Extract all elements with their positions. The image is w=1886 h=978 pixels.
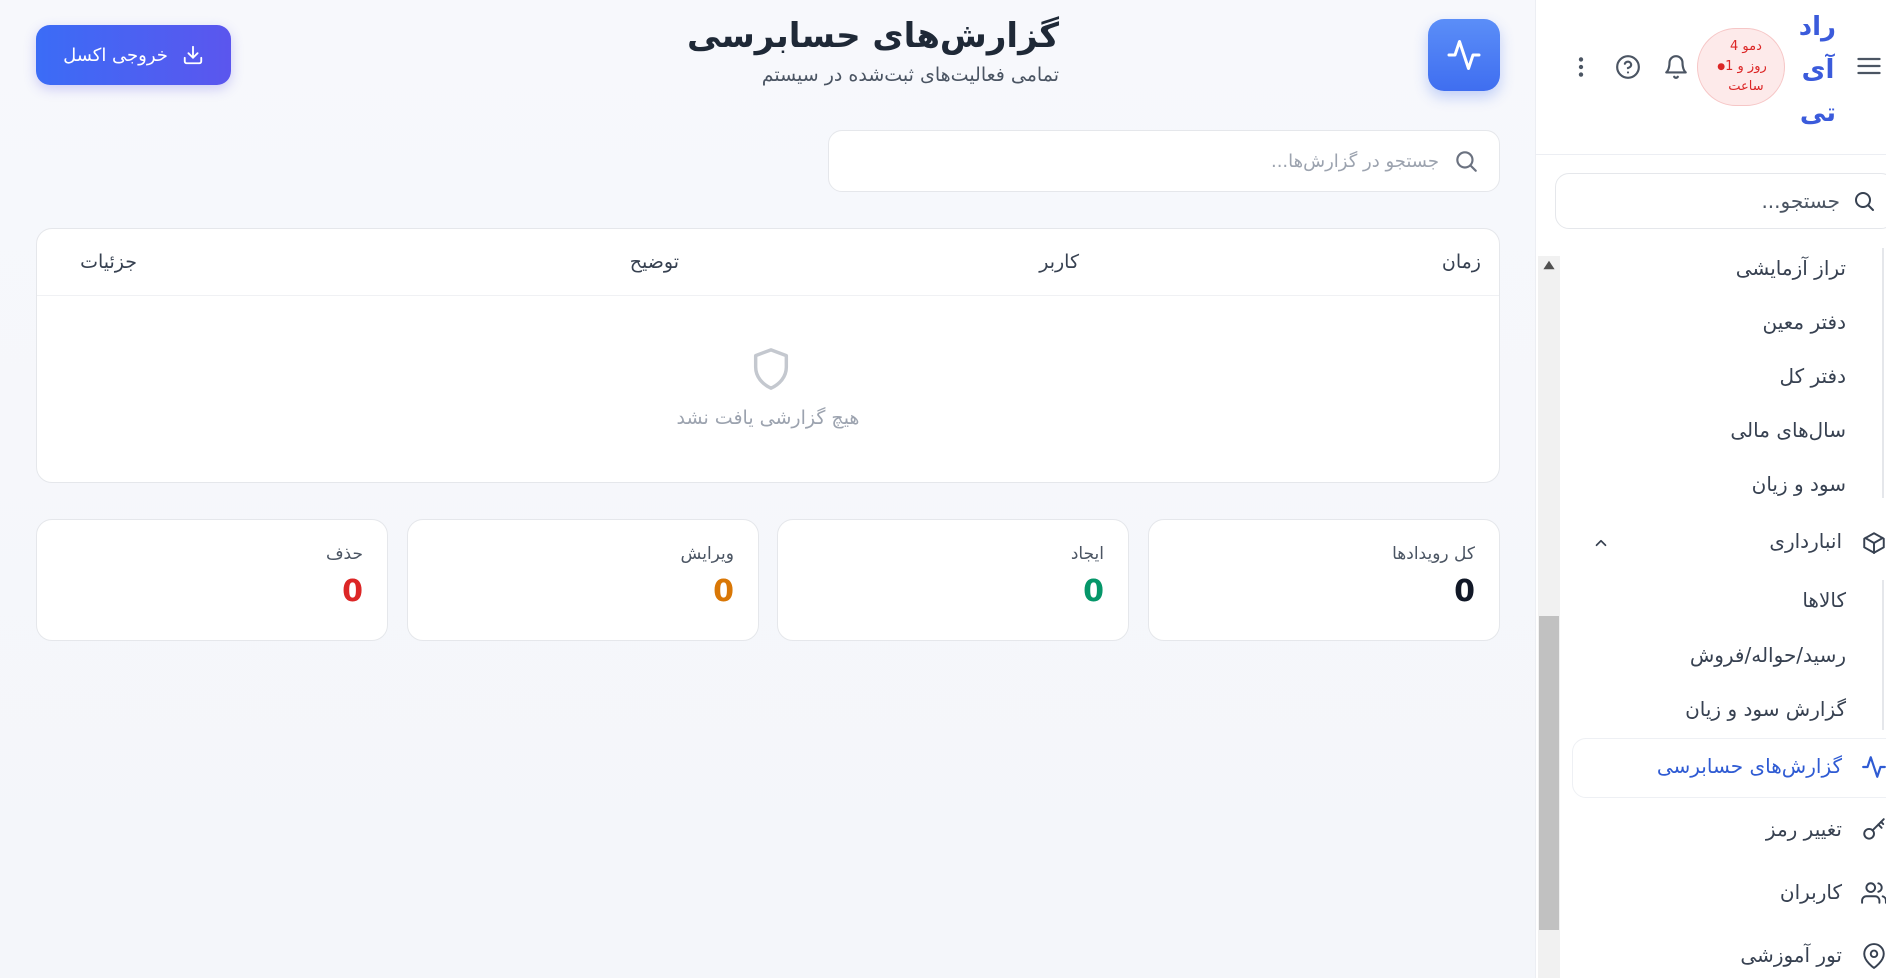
sidebar-item-trial-balance[interactable]: تراز آزمایشی — [1736, 256, 1846, 280]
scroll-up-arrow-icon[interactable] — [1542, 258, 1556, 272]
sidebar-item-profit-loss[interactable]: سود و زیان — [1752, 472, 1846, 496]
report-search-input[interactable] — [879, 150, 1439, 172]
scrollbar-thumb[interactable] — [1539, 616, 1559, 930]
stat-label: ایجاد — [1070, 544, 1104, 564]
column-time: زمان — [1441, 251, 1481, 273]
brand-line: تی — [1799, 98, 1836, 128]
submenu-guide-line — [1882, 248, 1884, 498]
export-excel-label: خروجی اکسل — [63, 44, 168, 66]
map-pin-icon — [1863, 943, 1885, 969]
table-header: زمان کاربر توضیح جزئیات — [37, 229, 1499, 296]
help-icon[interactable] — [1615, 54, 1641, 80]
chevron-up-icon[interactable] — [1592, 534, 1610, 552]
demo-line: دمو 4 — [1729, 39, 1762, 54]
stat-card-delete: حذف 0 — [36, 519, 388, 641]
search-icon — [1456, 151, 1477, 172]
sidebar-item-users[interactable]: کاربران — [1780, 880, 1842, 904]
sidebar-item-tour[interactable]: تور آموزشی — [1740, 943, 1842, 967]
sidebar-item-general-ledger[interactable]: دفتر کل — [1779, 364, 1846, 388]
stat-label: کل رویدادها — [1392, 544, 1475, 564]
sidebar-item-change-password[interactable]: تغییر رمز — [1766, 817, 1842, 841]
sidebar-item-fiscal-years[interactable]: سال‌های مالی — [1730, 418, 1846, 442]
stat-value: 0 — [1454, 574, 1475, 609]
sidebar-divider — [1536, 154, 1886, 155]
stat-card-total: کل رویدادها 0 — [1148, 519, 1500, 641]
status-dot-icon: ● — [1717, 62, 1726, 72]
stat-label: ویرایش — [680, 544, 734, 564]
key-icon — [1863, 818, 1885, 840]
box-icon — [1863, 532, 1885, 554]
sidebar-item-profit-loss-report[interactable]: گزارش سود و زیان — [1685, 697, 1846, 721]
report-search-box[interactable] — [828, 130, 1500, 192]
demo-countdown-badge: دمو 4 روز و 1 ساعت ● — [1697, 28, 1785, 106]
column-description: توضیح — [629, 251, 679, 273]
main-content: خروجی اکسل گزارش‌های حسابرسی تمامی فعالی… — [0, 0, 1535, 978]
submenu-guide-line — [1882, 580, 1884, 730]
sidebar-item-products[interactable]: کالاها — [1802, 588, 1846, 612]
export-excel-button[interactable]: خروجی اکسل — [36, 25, 231, 85]
sidebar-item-label: گزارش‌های حسابرسی — [1656, 754, 1842, 778]
brand-line: راد — [1798, 12, 1836, 42]
demo-line: روز و 1 — [1725, 59, 1767, 74]
bell-icon[interactable] — [1663, 54, 1689, 80]
stat-value: 0 — [342, 574, 363, 609]
search-icon — [1855, 192, 1874, 211]
shield-icon — [753, 348, 789, 390]
page-title: گزارش‌های حسابرسی — [686, 16, 1059, 56]
download-icon — [183, 45, 203, 65]
sidebar-item-subsidiary-ledger[interactable]: دفتر معین — [1762, 310, 1846, 334]
page-subtitle: تمامی فعالیت‌های ثبت‌شده در سیستم — [761, 64, 1059, 86]
users-icon — [1861, 882, 1886, 904]
demo-line: ساعت — [1728, 79, 1764, 94]
sidebar-search-box[interactable] — [1555, 173, 1886, 229]
stat-card-create: ایجاد 0 — [777, 519, 1129, 641]
empty-state-text: هیچ گزارشی یافت نشد — [676, 407, 860, 429]
sidebar-item-inventory[interactable]: انبارداری — [1769, 529, 1842, 553]
sidebar-item-receipts[interactable]: رسید/حواله/فروش — [1690, 643, 1846, 667]
column-details: جزئیات — [80, 251, 137, 273]
column-user: کاربر — [1039, 251, 1079, 273]
stat-label: حذف — [325, 544, 363, 564]
brand-logo[interactable]: راد آی تی — [1798, 6, 1836, 135]
audit-table: زمان کاربر توضیح جزئیات هیچ گزارشی یافت … — [36, 228, 1500, 483]
activity-icon — [1428, 19, 1500, 91]
more-vertical-icon[interactable] — [1568, 54, 1594, 80]
activity-icon — [1862, 756, 1886, 778]
stat-card-edit: ویرایش 0 — [407, 519, 759, 641]
stat-value: 0 — [713, 574, 734, 609]
hamburger-menu-icon[interactable] — [1855, 52, 1883, 80]
stat-value: 0 — [1083, 574, 1104, 609]
sidebar-search-input[interactable] — [1620, 189, 1840, 213]
brand-line: آی — [1801, 55, 1835, 85]
